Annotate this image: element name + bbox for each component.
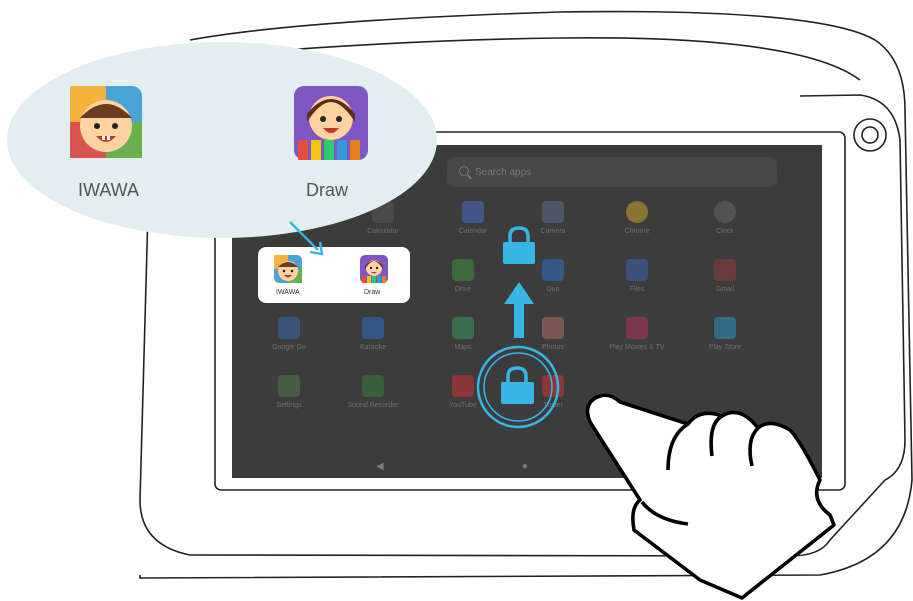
app-label: Chrome [624, 228, 650, 235]
play-movies-icon [626, 317, 648, 339]
app-label: Google Go [272, 344, 306, 351]
search-placeholder: Search apps [475, 166, 532, 178]
app-duo[interactable]: Duo [508, 259, 598, 307]
draw-bubble-label: Draw [306, 180, 349, 200]
app-label: Sound Recorder [347, 402, 399, 409]
app-label: Calculator [367, 228, 399, 235]
files-icon [626, 259, 648, 281]
app-files[interactable]: Files [592, 259, 682, 307]
gear-icon [278, 375, 300, 397]
app-trailer[interactable]: Trailer [508, 375, 598, 423]
app-label: Calendar [458, 228, 488, 235]
app-camera[interactable]: Camera [508, 201, 598, 249]
app-label: Karaoke [359, 344, 387, 351]
app-sound-recorder[interactable]: Sound Recorder [328, 375, 418, 423]
app-calculator[interactable]: Calculator [338, 201, 428, 249]
microphone-icon [362, 375, 384, 397]
app-label: Play Movies & TV [609, 344, 665, 351]
app-label: Gmail [715, 286, 735, 293]
app-maps[interactable]: Maps [418, 317, 508, 365]
camera-app-icon [542, 201, 564, 223]
search-icon [459, 166, 469, 176]
app-chrome[interactable]: Chrome [592, 201, 682, 249]
home-button[interactable]: ● [522, 461, 528, 472]
app-label: Trailer [543, 402, 563, 409]
app-label: Duo [546, 286, 560, 293]
app-youtube[interactable]: YouTube [418, 375, 508, 423]
maps-icon [452, 317, 474, 339]
chrome-icon [626, 201, 648, 223]
app-karaoke[interactable]: Karaoke [328, 317, 418, 365]
iwawa-icon [274, 255, 302, 283]
app-play-store[interactable]: Play Store [680, 317, 770, 365]
draw-icon [360, 255, 388, 283]
app-gmail[interactable]: Gmail [680, 259, 770, 307]
app-label: Clock [716, 228, 734, 235]
play-store-icon [714, 317, 736, 339]
drive-icon [452, 259, 474, 281]
app-clock[interactable]: Clock [680, 201, 770, 249]
gmail-icon [714, 259, 736, 281]
iwawa-card-label: IWAWA [276, 289, 300, 296]
selected-apps-card: IWAWA Draw [258, 247, 410, 303]
duo-icon [542, 259, 564, 281]
youtube-icon [452, 375, 474, 397]
app-label: Files [629, 286, 645, 293]
draw-card-label: Draw [364, 289, 381, 296]
app-settings[interactable]: Settings [244, 375, 334, 423]
iwawa-bubble-label: IWAWA [78, 180, 139, 200]
app-photos[interactable]: Photos [508, 317, 598, 365]
karaoke-icon [362, 317, 384, 339]
app-label: Camera [540, 228, 566, 235]
clock-icon [714, 201, 736, 223]
search-bar[interactable]: Search apps [447, 157, 777, 187]
calendar-icon [462, 201, 484, 223]
photos-icon [542, 317, 564, 339]
app-label: Settings [276, 402, 302, 409]
app-calendar[interactable]: Calendar [428, 201, 518, 249]
trailer-icon [542, 375, 564, 397]
app-drive[interactable]: Drive [418, 259, 508, 307]
app-google-go[interactable]: Google Go [244, 317, 334, 365]
app-label: YouTube [449, 402, 477, 409]
app-play-movies[interactable]: Play Movies & TV [592, 317, 682, 365]
back-button[interactable]: ◀ [376, 461, 384, 472]
app-label: Play Store [708, 344, 742, 351]
app-label: Drive [454, 286, 472, 293]
app-label: Photos [542, 344, 564, 351]
google-go-icon [278, 317, 300, 339]
calculator-icon [372, 201, 394, 223]
app-label: Maps [454, 344, 472, 351]
